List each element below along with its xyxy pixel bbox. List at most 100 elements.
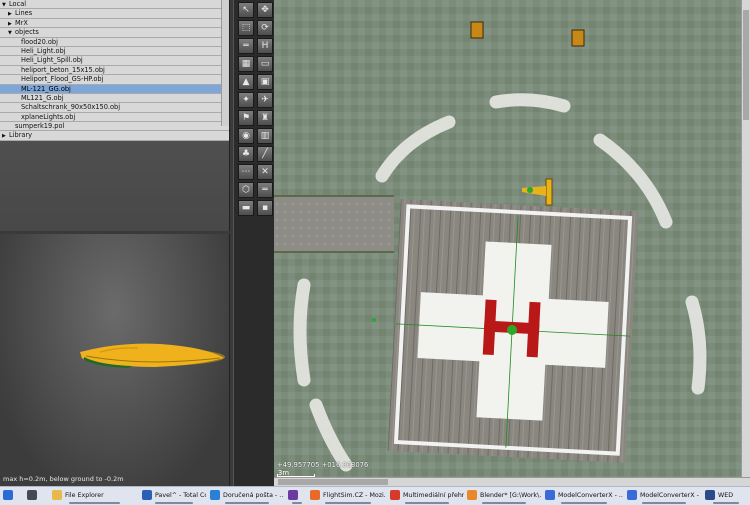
taskbar-mail-icon (210, 490, 220, 500)
expand-arrow-icon[interactable]: ▶ (8, 20, 15, 27)
sign-tool-button[interactable]: ▣ (257, 74, 273, 90)
taskbar-blender[interactable]: Blender* [G:\Work\... (467, 487, 541, 505)
tree-item-label: MrX (15, 18, 28, 27)
boundary-tool-button[interactable]: ▭ (257, 56, 273, 72)
rotate-tool-button[interactable]: ⟳ (257, 20, 273, 36)
taskbar-label: Blender* [G:\Work\... (480, 492, 541, 499)
tree-item[interactable]: heliport_beton_15x15.obj (0, 65, 229, 76)
tree-item[interactable]: sumperk19.pol (0, 122, 229, 132)
vertex-tool-button[interactable]: ✥ (257, 2, 273, 18)
tree-item-label: Heli_Light.obj (21, 46, 66, 55)
object-tool-button[interactable]: ▲ (238, 74, 254, 90)
taxiway-tool-button[interactable]: ▦ (238, 56, 254, 72)
expand-arrow-icon[interactable]: ▶ (8, 10, 15, 17)
tree-item-label: Heliport_Flood_GS-HP.obj (21, 75, 104, 84)
tree-item[interactable]: ▶ Library (0, 131, 229, 141)
taskbar-wed-icon (705, 490, 715, 500)
line-tool-button[interactable]: ╱ (257, 146, 273, 162)
tree-item[interactable]: Heliport_Flood_GS-HP.obj (0, 75, 229, 85)
library-scrollbar[interactable] (221, 0, 229, 126)
map-canvas[interactable] (274, 0, 741, 477)
runway-tool-button[interactable]: ═ (238, 38, 254, 54)
tree-item[interactable]: Schaltschrank_90x50x150.obj (0, 103, 229, 113)
taskbar-total-commander[interactable]: Pavel^ - Total Com... (142, 487, 206, 505)
windsock-tool-icon: ⚑ (241, 113, 251, 123)
select-tool-icon: ↖ (242, 5, 250, 15)
forest-tool-icon: ♣ (241, 149, 251, 159)
tree-item[interactable]: ▶ MrX (0, 18, 229, 29)
ramp-start-tool-button[interactable]: ✈ (257, 92, 273, 108)
start-button[interactable] (3, 487, 21, 505)
task-view-button[interactable] (27, 487, 45, 505)
expand-arrow-icon[interactable]: ▼ (2, 1, 9, 8)
preview-status-text: max h=0.2m, below ground to -0.2m (3, 475, 124, 483)
boundary-tool-icon: ▭ (260, 59, 270, 69)
beacon-tool-button[interactable]: ◉ (238, 128, 254, 144)
marquee-tool-button[interactable]: ⬚ (238, 20, 254, 36)
beacon-tool-icon: ◉ (242, 131, 250, 141)
taskbar-total-commander-icon (142, 490, 152, 500)
tower-tool-button[interactable]: ♜ (257, 110, 273, 126)
tree-item[interactable]: ▶ Lines (0, 9, 229, 19)
taskbar-mail[interactable]: Doručená pošta - ... (210, 487, 284, 505)
tree-item-label: heliport_beton_15x15.obj (21, 65, 105, 74)
draped-tool-button[interactable]: ▬ (238, 200, 254, 216)
taskbar-label: Doručená pošta - ... (223, 492, 284, 499)
object-preview-pane[interactable]: max h=0.2m, below ground to -0.2m (0, 234, 230, 486)
tree-item[interactable]: xplaneLights.obj (0, 113, 229, 123)
taxiway-tool-icon: ▦ (241, 59, 251, 69)
marquee-tool-icon: ⬚ (241, 23, 251, 33)
taskbar-multimedia[interactable]: Multimediální přehr... (390, 487, 464, 505)
select-tool-button[interactable]: ↖ (238, 2, 254, 18)
polygon-tool-button[interactable]: ⬡ (238, 182, 254, 198)
tree-item[interactable]: Heli_Light_Spill.obj (0, 56, 229, 66)
windows-taskbar: File Explorer Pavel^ - Total Com... Doruče… (0, 486, 750, 505)
taskbar-app-viewer-icon (288, 490, 298, 500)
tree-item[interactable]: flood20.obj (0, 38, 229, 47)
library-pane: ▼ Local ▶ Lines ▶ MrX ▼ objects flood20.obj Heli_… (0, 0, 230, 231)
tree-item[interactable]: ▼ Local (0, 0, 229, 10)
tree-item[interactable]: ML121_G.obj (0, 93, 229, 104)
string-tool-button[interactable]: ⋯ (238, 164, 254, 180)
tree-item-label: sumperk19.pol (15, 122, 65, 131)
tree-item-label: Local (9, 0, 27, 8)
taskbar-modelconverterx-2[interactable]: ModelConverterX - ... (627, 487, 701, 505)
helipad-tool-button[interactable]: H (257, 38, 273, 54)
helipad-tool-icon: H (261, 41, 269, 51)
taskbar-wed[interactable]: WED (705, 487, 747, 505)
taskbar-label: Pavel^ - Total Com... (155, 492, 206, 499)
taskbar-firefox-flightsim-icon (310, 490, 320, 500)
taskbar-label: WED (718, 492, 734, 499)
map-coordinates: +49.957705 +016.963076 (277, 461, 369, 469)
taskbar-app-viewer[interactable] (288, 487, 306, 505)
map-view[interactable]: +49.957705 +016.963076 3m (274, 0, 741, 477)
light-tool-button[interactable]: ✦ (238, 92, 254, 108)
exclusion-tool-button[interactable]: ✕ (257, 164, 273, 180)
obj-string-tool-icon: ▪ (261, 203, 269, 213)
taskbar-modelconverterx-1[interactable]: ModelConverterX - ... (545, 487, 623, 505)
expand-arrow-icon[interactable]: ▼ (8, 29, 15, 36)
taskbar-multimedia-icon (390, 490, 400, 500)
taskbar-modelconverterx-1-icon (545, 490, 555, 500)
tree-item[interactable]: ▼ objects (0, 28, 229, 38)
taskbar-label: File Explorer (65, 492, 104, 499)
taskbar-firefox-flightsim[interactable]: FlightSim.CZ - Mozi... (310, 487, 386, 505)
tree-item-label: ML121_G.obj (21, 93, 64, 102)
taskbar-label: ModelConverterX - ... (558, 492, 623, 499)
forest-tool-button[interactable]: ♣ (238, 146, 254, 162)
taskbar-label: FlightSim.CZ - Mozi... (323, 492, 386, 499)
obj-string-tool-button[interactable]: ▪ (257, 200, 273, 216)
light-tool-icon: ✦ (242, 95, 250, 105)
taskbar-file-explorer[interactable]: File Explorer (52, 487, 137, 505)
tree-item[interactable]: ML-121_GG.obj (0, 84, 229, 94)
tree-item[interactable]: Heli_Light.obj (0, 46, 229, 57)
expand-arrow-icon[interactable]: ▶ (2, 132, 9, 139)
scroll-thumb[interactable] (743, 10, 749, 120)
road-tool-icon: ═ (262, 185, 268, 195)
tree-item-label: Library (9, 131, 33, 140)
facade-tool-button[interactable]: ▥ (257, 128, 273, 144)
windsock-tool-button[interactable]: ⚑ (238, 110, 254, 126)
scroll-thumb[interactable] (278, 479, 388, 485)
map-vertical-scrollbar[interactable] (741, 0, 750, 477)
road-tool-button[interactable]: ═ (257, 182, 273, 198)
